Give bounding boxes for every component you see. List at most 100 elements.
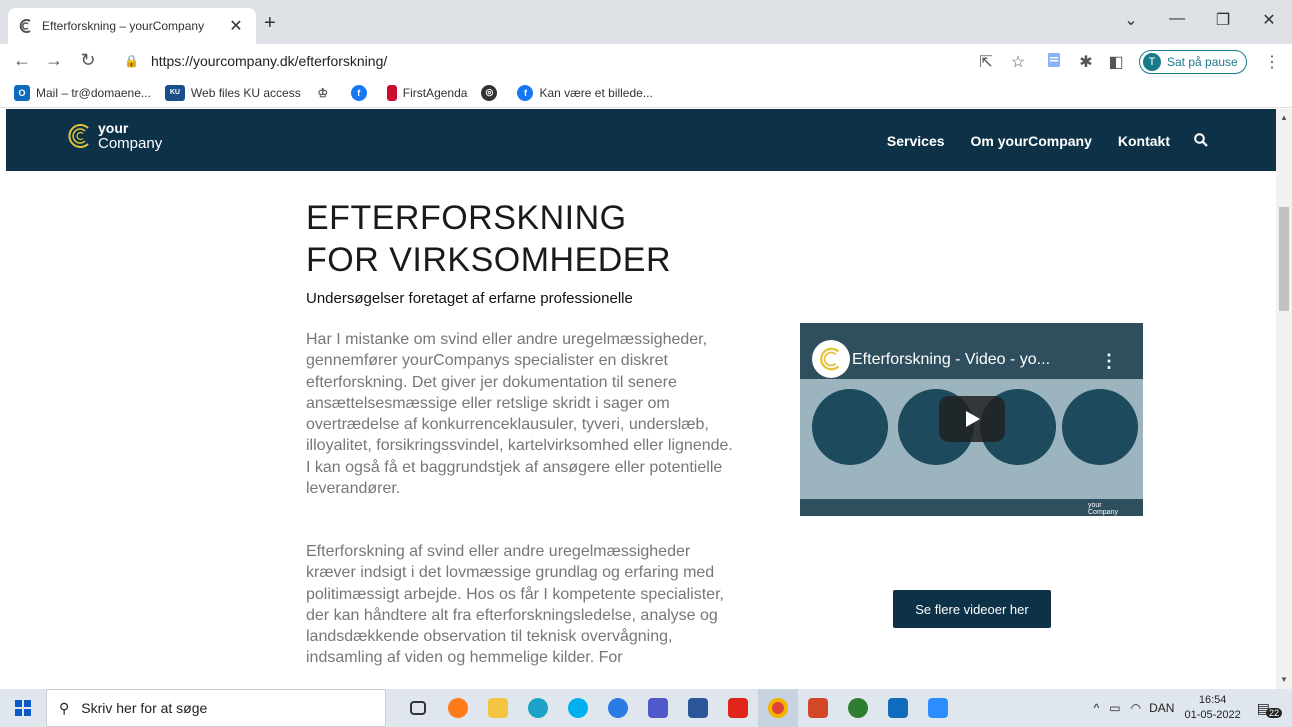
bookmark-label: FirstAgenda xyxy=(402,85,468,100)
chrome-icon[interactable] xyxy=(758,689,798,727)
new-tab-icon[interactable]: + xyxy=(264,12,276,35)
share-icon[interactable]: ⇱ xyxy=(976,52,996,72)
bookmark-web-files[interactable]: KU Web files KU access xyxy=(164,84,301,101)
browser-tab[interactable]: Efterforskning – yourCompany ✕ xyxy=(8,8,256,44)
facebook-icon: f xyxy=(517,84,534,101)
avatar: T xyxy=(1143,53,1161,71)
extensions-puzzle-icon[interactable]: ✱ xyxy=(1076,52,1096,72)
outlook-icon[interactable] xyxy=(878,689,918,727)
bookmark-star-icon[interactable]: ☆ xyxy=(1008,52,1028,72)
acrobat-icon[interactable] xyxy=(718,689,758,727)
windows-start-icon[interactable] xyxy=(0,689,46,727)
forward-icon[interactable]: → xyxy=(42,50,66,71)
task-view-icon[interactable] xyxy=(398,689,438,727)
notifications-icon[interactable]: ▤ 22 xyxy=(1257,698,1282,718)
word-icon[interactable] xyxy=(678,689,718,727)
lock-icon[interactable]: 🔒 xyxy=(124,54,139,68)
bookmark-facebook[interactable]: f xyxy=(350,84,373,101)
page-scrollbar[interactable]: ▲ ▼ xyxy=(1276,109,1292,689)
browser-toolbar: ← → ↻ 🔒 https://yourcompany.dk/efterfors… xyxy=(0,44,1292,78)
bookmark-facebook-image[interactable]: f Kan være et billede... xyxy=(517,84,653,101)
video-title[interactable]: Efterforskning - Video - yo... xyxy=(852,351,1050,369)
scrollbar-thumb[interactable] xyxy=(1279,207,1289,311)
facebook-icon: f xyxy=(350,84,367,101)
watermark-line2: Company xyxy=(1088,509,1118,516)
intro-paragraph: Har I mistanke om svind eller andre ureg… xyxy=(306,331,733,498)
bookmarks-bar: O Mail – tr@domaene... KU Web files KU a… xyxy=(0,78,1292,108)
menu-om-yourcompany[interactable]: Om yourCompany xyxy=(971,133,1092,152)
logo-text-your: your xyxy=(98,120,129,136)
vpn-globe-icon[interactable] xyxy=(838,689,878,727)
system-tray: ^ ▭ ◠ DAN 16:54 01-05-2022 ▤ 22 xyxy=(1094,689,1282,727)
file-explorer-icon[interactable] xyxy=(478,689,518,727)
watermark-line1: your xyxy=(1088,502,1102,509)
tab-title: Efterforskning – yourCompany xyxy=(42,19,205,33)
channel-avatar[interactable] xyxy=(812,340,850,378)
side-panel-icon[interactable]: ◧ xyxy=(1106,52,1126,72)
taskbar-apps xyxy=(398,689,958,727)
minimize-icon[interactable]: — xyxy=(1154,10,1200,28)
firefox-icon[interactable] xyxy=(438,689,478,727)
restore-icon[interactable]: ❐ xyxy=(1200,10,1246,30)
address-bar[interactable]: 🔒 https://yourcompany.dk/efterforskning/ xyxy=(108,48,968,74)
input-language[interactable]: DAN xyxy=(1149,701,1174,715)
skype-icon[interactable] xyxy=(558,689,598,727)
powerpoint-icon[interactable] xyxy=(798,689,838,727)
play-icon xyxy=(966,411,980,427)
edge-icon[interactable] xyxy=(518,689,558,727)
search-icon[interactable] xyxy=(1194,133,1208,152)
scroll-up-icon[interactable]: ▲ xyxy=(1280,113,1288,122)
bookmark-mail[interactable]: O Mail – tr@domaene... xyxy=(14,84,151,101)
wifi-icon[interactable]: ◠ xyxy=(1131,701,1141,715)
yourcompany-logo-icon xyxy=(68,124,89,148)
bookmark-globe[interactable]: ◎ xyxy=(481,84,503,101)
window-close-icon[interactable]: ✕ xyxy=(1246,10,1292,30)
tab-search-chevron-icon[interactable]: ⌄ xyxy=(1108,10,1154,30)
skype-business-icon[interactable] xyxy=(598,689,638,727)
tab-strip: Efterforskning – yourCompany ✕ + ⌄ — ❐ ✕ xyxy=(0,0,1292,44)
windows-taskbar: ⚲ Skriv her for at søge ^ ▭ ◠ DAN 16:54 … xyxy=(0,689,1292,727)
video-more-icon[interactable]: ⋮ xyxy=(1100,351,1118,372)
outlook-icon: O xyxy=(14,84,30,101)
docs-extension-icon[interactable] xyxy=(1044,52,1064,73)
more-menu-icon[interactable]: ⋮ xyxy=(1262,52,1282,72)
bookmark-firstagenda[interactable]: FirstAgenda xyxy=(386,84,468,101)
bookmark-label: Kan være et billede... xyxy=(539,85,653,100)
page-title: EFTERFORSKNING FOR VIRKSOMHEDER xyxy=(306,197,671,281)
video-embed[interactable]: Efterforskning - Video - yo... ⋮ your Co… xyxy=(800,323,1143,516)
page-title-line2: FOR VIRKSOMHEDER xyxy=(306,241,672,279)
bookmark-label: Web files KU access xyxy=(190,85,301,100)
battery-icon[interactable]: ▭ xyxy=(1109,701,1120,715)
scroll-down-icon[interactable]: ▼ xyxy=(1280,675,1288,684)
taskbar-search-placeholder: Skriv her for at søge xyxy=(81,700,208,716)
video-watermark: your Company xyxy=(1088,502,1118,516)
back-icon[interactable]: ← xyxy=(10,50,34,71)
close-tab-icon[interactable]: ✕ xyxy=(226,16,246,36)
notification-count: 22 xyxy=(1265,708,1282,718)
bookmark-seal[interactable]: ♔ xyxy=(314,84,337,101)
clock[interactable]: 16:54 01-05-2022 xyxy=(1184,693,1240,723)
teams-icon[interactable] xyxy=(638,689,678,727)
zoom-icon[interactable] xyxy=(918,689,958,727)
show-hidden-icons-icon[interactable]: ^ xyxy=(1094,701,1100,715)
search-icon: ⚲ xyxy=(59,699,70,716)
more-videos-button[interactable]: Se flere videoer her xyxy=(893,590,1051,628)
profile-button[interactable]: T Sat på pause xyxy=(1139,50,1247,74)
site-logo[interactable]: your Company xyxy=(66,121,162,151)
ku-icon: KU xyxy=(164,84,185,101)
computer-tower-icon xyxy=(1062,389,1138,465)
bookmark-label: Mail – tr@domaene... xyxy=(36,85,151,100)
award-icon xyxy=(812,389,888,465)
main-menu: Services Om yourCompany Kontakt xyxy=(861,133,1208,152)
play-button[interactable] xyxy=(939,396,1005,442)
url-text[interactable]: https://yourcompany.dk/efterforskning/ xyxy=(151,53,387,69)
menu-kontakt[interactable]: Kontakt xyxy=(1118,133,1170,152)
reload-icon[interactable]: ↻ xyxy=(76,50,100,71)
globe-icon: ◎ xyxy=(481,84,498,101)
page-viewport: your Company Services Om yourCompany Kon… xyxy=(0,109,1292,689)
profile-status-label: Sat på pause xyxy=(1167,55,1238,69)
taskbar-search[interactable]: ⚲ Skriv her for at søge xyxy=(46,689,386,727)
site-header: your Company Services Om yourCompany Kon… xyxy=(6,109,1276,171)
logo-text-company: Company xyxy=(98,135,163,152)
menu-services[interactable]: Services xyxy=(887,133,945,152)
